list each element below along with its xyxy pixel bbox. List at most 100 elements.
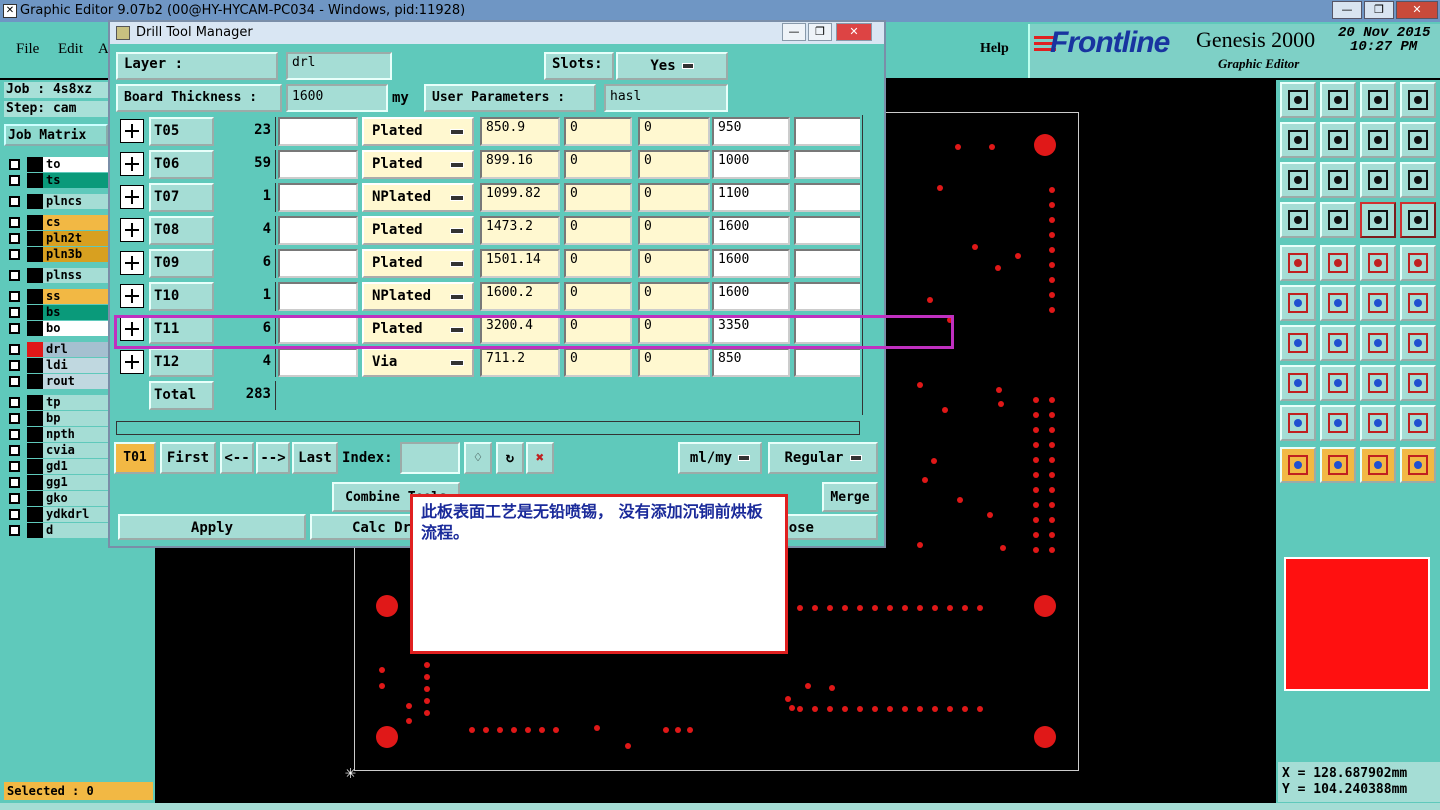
tool-extra-field[interactable]: [794, 150, 860, 179]
select-icon[interactable]: [1320, 447, 1356, 483]
export-icon[interactable]: [1280, 82, 1316, 118]
layer-checkbox[interactable]: [9, 509, 20, 520]
tool-v1-field[interactable]: 1501.14: [480, 249, 560, 278]
tool-name[interactable]: T06: [149, 150, 214, 179]
job-matrix-button[interactable]: Job Matrix: [4, 124, 108, 146]
tool-v3-field[interactable]: 0: [638, 282, 710, 311]
route-icon[interactable]: [1400, 285, 1436, 321]
tool-name[interactable]: T09: [149, 249, 214, 278]
tool-v1-field[interactable]: 711.2: [480, 348, 560, 377]
layer-rout[interactable]: rout: [5, 374, 112, 389]
tool-comment-field[interactable]: [278, 282, 358, 311]
layer-cvia[interactable]: cvia: [5, 443, 112, 458]
tool-row-t05[interactable]: T05 23 Plated 850.9 0 0 950: [116, 115, 860, 148]
dialog-maximize-button[interactable]: ❐: [808, 23, 832, 41]
transform-icon[interactable]: [1320, 245, 1356, 281]
tool-v4-field[interactable]: 1600: [712, 249, 790, 278]
rotate-icon[interactable]: [1360, 325, 1396, 361]
arc-icon[interactable]: [1360, 405, 1396, 441]
clip-icon[interactable]: [1280, 365, 1316, 401]
layers-b-icon[interactable]: [1400, 202, 1436, 238]
tool-comment-field[interactable]: [278, 183, 358, 212]
tool-v2-field[interactable]: 0: [564, 216, 632, 245]
tool-v4-field[interactable]: 1600: [712, 216, 790, 245]
cross-icon[interactable]: [1320, 285, 1356, 321]
snap-icon[interactable]: [1400, 122, 1436, 158]
minimize-button[interactable]: —: [1332, 1, 1362, 19]
layer-checkbox[interactable]: [9, 344, 20, 355]
table-hscrollbar[interactable]: [116, 421, 860, 435]
tool-v2-field[interactable]: 0: [564, 150, 632, 179]
tool-extra-field[interactable]: [794, 249, 860, 278]
expand-icon[interactable]: [120, 350, 144, 374]
layer-field[interactable]: drl: [286, 52, 392, 80]
tool-comment-field[interactable]: [278, 117, 358, 146]
line-icon[interactable]: [1320, 325, 1356, 361]
window-icon[interactable]: [1400, 82, 1436, 118]
tool-row-t10[interactable]: T10 1 NPlated 1600.2 0 0 1600: [116, 280, 860, 313]
layer-checkbox[interactable]: [9, 307, 20, 318]
last-button[interactable]: Last: [292, 442, 338, 474]
layer-checkbox[interactable]: [9, 413, 20, 424]
expand-icon[interactable]: [120, 152, 144, 176]
tool-row-t08[interactable]: T08 4 Plated 1473.2 0 0 1600: [116, 214, 860, 247]
path-select-icon[interactable]: [1400, 447, 1436, 483]
tool-extra-field[interactable]: [794, 183, 860, 212]
layer-plnss[interactable]: plnss: [5, 268, 112, 283]
arrow-up-icon[interactable]: [1320, 405, 1356, 441]
tool-type-dropdown[interactable]: Plated: [362, 249, 474, 278]
layer-checkbox[interactable]: [9, 291, 20, 302]
layer-checkbox[interactable]: [9, 429, 20, 440]
layer-tp[interactable]: tp: [5, 395, 112, 410]
pad-icon[interactable]: [1280, 245, 1316, 281]
merge-button[interactable]: Merge: [822, 482, 878, 512]
flip-icon[interactable]: [1400, 325, 1436, 361]
tool-v2-field[interactable]: 0: [564, 348, 632, 377]
pointer-icon[interactable]: [1280, 447, 1316, 483]
layer-npth[interactable]: npth: [5, 427, 112, 442]
layer-bo[interactable]: bo: [5, 321, 112, 336]
tool-extra-field[interactable]: [794, 348, 860, 377]
layer-checkbox[interactable]: [9, 360, 20, 371]
tool-type-dropdown[interactable]: NPlated: [362, 183, 474, 212]
connect-icon[interactable]: [1360, 285, 1396, 321]
layer-checkbox[interactable]: [9, 397, 20, 408]
layer-checkbox[interactable]: [9, 159, 20, 170]
table-vscrollbar[interactable]: [862, 115, 880, 415]
layer-checkbox[interactable]: [9, 525, 20, 536]
tool-v2-field[interactable]: 0: [564, 183, 632, 212]
layer-checkbox[interactable]: [9, 233, 20, 244]
tool-v1-field[interactable]: 850.9: [480, 117, 560, 146]
tool-comment-field[interactable]: [278, 216, 358, 245]
layer-ldi[interactable]: ldi: [5, 358, 112, 373]
expand-icon[interactable]: [120, 284, 144, 308]
layer-checkbox[interactable]: [9, 461, 20, 472]
tool-row-t07[interactable]: T07 1 NPlated 1099.82 0 0 1100: [116, 181, 860, 214]
menu-help[interactable]: Help: [980, 41, 1009, 57]
tool-v3-field[interactable]: 0: [638, 183, 710, 212]
expand-icon[interactable]: [120, 218, 144, 242]
resize-icon[interactable]: [1360, 365, 1396, 401]
fit-icon[interactable]: [1280, 162, 1316, 198]
layer-ts[interactable]: ts: [5, 173, 112, 188]
expand-icon[interactable]: [120, 119, 144, 143]
close-dialog-button[interactable]: Close: [782, 514, 878, 540]
tool-extra-field[interactable]: [794, 117, 860, 146]
slots-dropdown[interactable]: Yes: [616, 52, 728, 80]
tool-v2-field[interactable]: 0: [564, 117, 632, 146]
tool-v3-field[interactable]: 0: [638, 216, 710, 245]
layer-checkbox[interactable]: [9, 445, 20, 456]
layer-d[interactable]: d: [5, 523, 112, 538]
tool-name[interactable]: T05: [149, 117, 214, 146]
tool-v3-field[interactable]: 0: [638, 249, 710, 278]
tool-v4-field[interactable]: 1600: [712, 282, 790, 311]
home-icon[interactable]: [1360, 82, 1396, 118]
delete-icon[interactable]: ✖: [526, 442, 554, 474]
layer-checkbox[interactable]: [9, 493, 20, 504]
help-icon[interactable]: [1400, 162, 1436, 198]
tool-name[interactable]: T07: [149, 183, 214, 212]
measure-icon[interactable]: [1280, 202, 1316, 238]
tool-type-dropdown[interactable]: Via: [362, 348, 474, 377]
move-right-icon[interactable]: [1320, 122, 1356, 158]
layer-pln3b[interactable]: pln3b: [5, 247, 112, 262]
